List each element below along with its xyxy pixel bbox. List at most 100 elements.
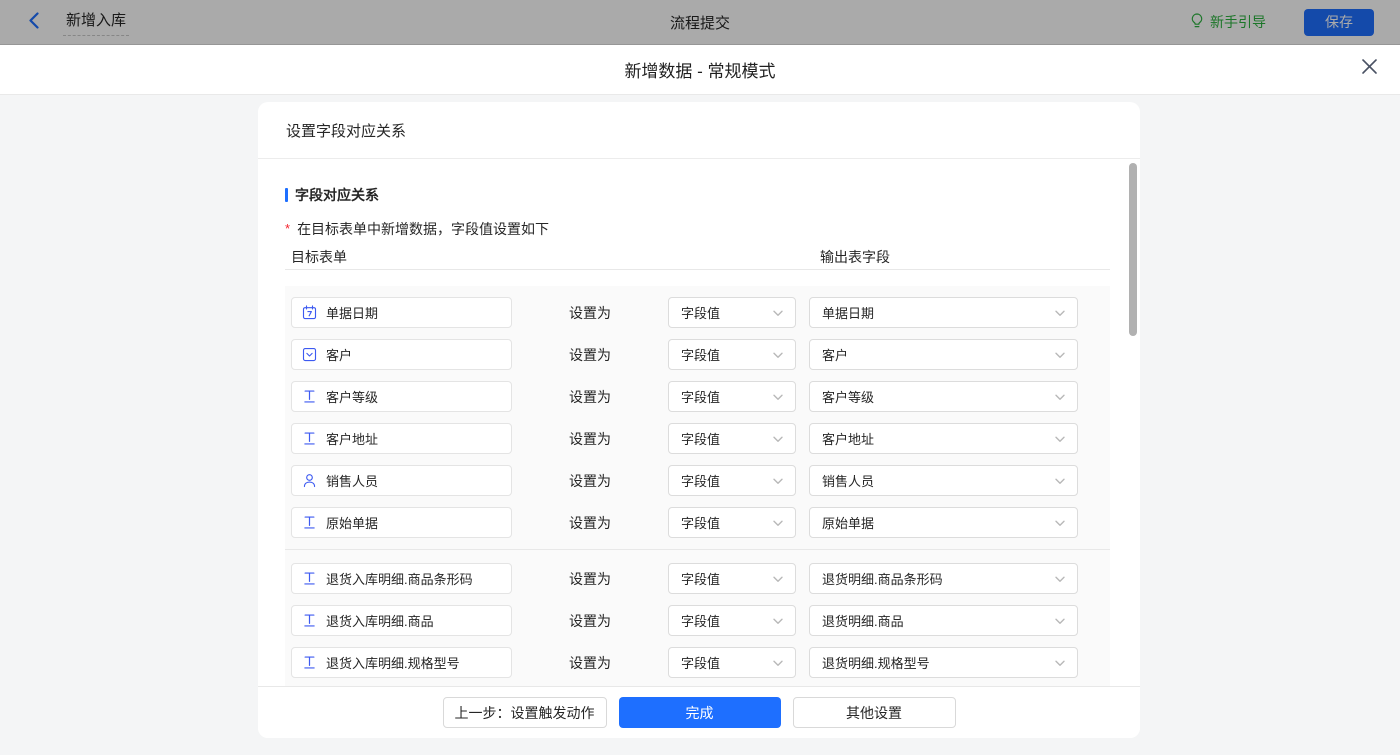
column-header-target-form: 目标表单 [291,249,347,265]
value-type-selected: 字段值 [681,611,720,630]
beginner-guide-button[interactable]: 新手引导 [1190,12,1266,32]
flow-name-label[interactable]: 新增入库 [63,8,129,36]
value-type-dropdown[interactable]: 字段值 [668,381,796,412]
value-type-dropdown[interactable]: 字段值 [668,423,796,454]
done-button[interactable]: 完成 [619,697,781,728]
lightbulb-icon [1190,13,1204,32]
output-field-dropdown[interactable]: 退货明细.商品条形码 [809,563,1078,594]
set-as-label: 设置为 [569,653,613,673]
output-field-selected: 原始单据 [822,513,874,532]
value-type-dropdown[interactable]: 字段值 [668,465,796,496]
section-description-row: * 在目标表单中新增数据，字段值设置如下 [285,219,1110,238]
set-as-label: 设置为 [569,345,613,365]
value-type-dropdown[interactable]: 字段值 [668,605,796,636]
previous-step-button[interactable]: 上一步：设置触发动作 [443,697,607,728]
select-field-icon [302,347,317,362]
text-field-icon [302,613,317,628]
value-type-dropdown[interactable]: 字段值 [668,647,796,678]
close-button[interactable] [1361,58,1378,75]
output-field-selected: 销售人员 [822,471,874,490]
chevron-down-icon [1055,389,1065,404]
target-field-chip: 原始单据 [291,507,512,538]
target-field-chip: 销售人员 [291,465,512,496]
value-type-selected: 字段值 [681,569,720,588]
output-field-dropdown[interactable]: 客户地址 [809,423,1078,454]
text-field-icon [302,655,317,670]
chevron-down-icon [773,571,783,586]
column-headers: 目标表单 输出表字段 [285,247,1110,265]
chevron-down-icon [773,347,783,362]
column-header-output-field: 输出表字段 [820,247,890,267]
required-asterisk: * [285,221,290,236]
mapping-row: 客户 设置为 字段值 客户 [291,339,1110,370]
add-data-modal: 新增数据 - 常规模式 设置字段对应关系 字段对应关系 * 在目标表单中新增数据… [0,45,1400,755]
modal-title: 新增数据 - 常规模式 [624,57,775,82]
value-type-dropdown[interactable]: 字段值 [668,297,796,328]
back-button[interactable] [28,12,39,32]
output-field-selected: 退货明细.商品 [822,611,904,630]
back-chevron-icon [28,12,39,32]
chevron-down-icon [773,389,783,404]
output-field-selected: 客户 [822,345,848,364]
target-field-label: 退货入库明细.规格型号 [326,653,460,672]
mapping-row: 客户地址 设置为 字段值 客户地址 [291,423,1110,454]
field-mapping-card: 设置字段对应关系 字段对应关系 * 在目标表单中新增数据，字段值设置如下 目标表… [258,102,1140,738]
card-footer: 上一步：设置触发动作 完成 其他设置 [258,686,1140,738]
output-field-dropdown[interactable]: 单据日期 [809,297,1078,328]
output-field-dropdown[interactable]: 退货明细.商品 [809,605,1078,636]
chevron-down-icon [1055,347,1065,362]
target-field-chip: 客户 [291,339,512,370]
mapping-row: 单据日期 设置为 字段值 单据日期 [291,297,1110,328]
card-scrollbar-thumb[interactable] [1129,163,1137,336]
output-field-dropdown[interactable]: 销售人员 [809,465,1078,496]
beginner-guide-label: 新手引导 [1210,12,1266,32]
modal-header: 新增数据 - 常规模式 [0,45,1400,95]
user-icon [302,473,317,488]
target-field-chip: 退货入库明细.商品条形码 [291,563,512,594]
chevron-down-icon [773,431,783,446]
chevron-down-icon [773,613,783,628]
value-type-dropdown[interactable]: 字段值 [668,339,796,370]
save-button[interactable]: 保存 [1304,9,1374,36]
close-icon [1361,63,1378,78]
section-description: 在目标表单中新增数据，字段值设置如下 [297,219,549,239]
value-type-selected: 字段值 [681,513,720,532]
top-bar: 新增入库 流程提交 新手引导 保存 [0,0,1400,45]
value-type-selected: 字段值 [681,429,720,448]
output-field-dropdown[interactable]: 退货明细.规格型号 [809,647,1078,678]
chevron-down-icon [1055,515,1065,530]
output-field-selected: 退货明细.规格型号 [822,653,930,672]
set-as-label: 设置为 [569,569,613,589]
output-field-dropdown[interactable]: 客户等级 [809,381,1078,412]
output-field-dropdown[interactable]: 原始单据 [809,507,1078,538]
output-field-selected: 单据日期 [822,303,874,322]
value-type-dropdown[interactable]: 字段值 [668,563,796,594]
mapping-row: 销售人员 设置为 字段值 销售人员 [291,465,1110,496]
value-type-selected: 字段值 [681,303,720,322]
chevron-down-icon [773,655,783,670]
section-accent-bar [285,188,288,202]
flow-step-title: 流程提交 [670,12,730,33]
mapping-row: 退货入库明细.规格型号 设置为 字段值 退货明细.规格型号 [291,647,1110,678]
section-heading: 字段对应关系 [285,186,1110,204]
text-field-icon [302,571,317,586]
mapping-row: 退货入库明细.商品 设置为 字段值 退货明细.商品 [291,605,1110,636]
card-header-title: 设置字段对应关系 [258,102,1140,159]
set-as-label: 设置为 [569,471,613,491]
mapping-row: 原始单据 设置为 字段值 原始单据 [291,507,1110,538]
output-field-selected: 退货明细.商品条形码 [822,569,943,588]
other-settings-button[interactable]: 其他设置 [793,697,956,728]
chevron-down-icon [1055,473,1065,488]
text-field-icon [302,431,317,446]
chevron-down-icon [1055,305,1065,320]
target-field-chip: 客户等级 [291,381,512,412]
output-field-dropdown[interactable]: 客户 [809,339,1078,370]
chevron-down-icon [773,515,783,530]
output-field-selected: 客户地址 [822,429,874,448]
target-field-chip: 客户地址 [291,423,512,454]
mapping-row: 退货入库明细.商品条形码 设置为 字段值 退货明细.商品条形码 [291,563,1110,594]
mapping-row: 客户等级 设置为 字段值 客户等级 [291,381,1110,412]
target-field-label: 客户地址 [326,429,378,448]
value-type-dropdown[interactable]: 字段值 [668,507,796,538]
set-as-label: 设置为 [569,387,613,407]
